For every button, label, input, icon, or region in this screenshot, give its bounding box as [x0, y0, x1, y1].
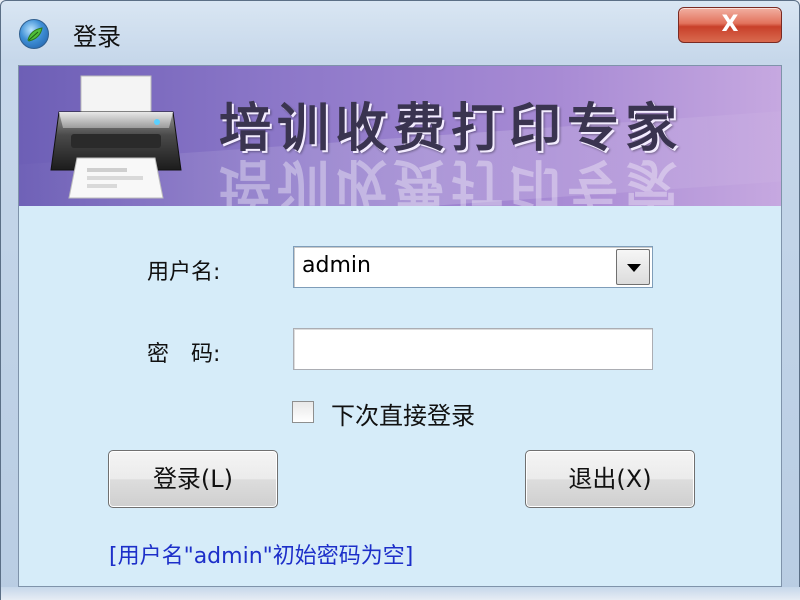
- password-input[interactable]: [293, 328, 653, 370]
- printer-icon: [41, 72, 191, 202]
- title-bar[interactable]: 登录 X: [1, 1, 800, 63]
- close-button[interactable]: X: [678, 7, 782, 43]
- chevron-down-icon[interactable]: [616, 249, 650, 285]
- remember-checkbox[interactable]: [292, 401, 314, 423]
- password-label: 密 码:: [147, 342, 221, 367]
- default-password-hint: [用户名"admin"初始密码为空]: [109, 544, 414, 569]
- banner-title-reflection: 培训收费打印专家: [219, 152, 684, 206]
- username-value: admin: [302, 253, 371, 278]
- remember-label[interactable]: 下次直接登录: [331, 396, 475, 431]
- close-icon: X: [721, 12, 739, 37]
- username-select[interactable]: admin: [293, 246, 653, 288]
- banner: 培训收费打印专家 培训收费打印专家: [19, 66, 781, 206]
- window-frame-bottom: [1, 587, 800, 600]
- exit-button[interactable]: 退出(X): [525, 450, 695, 508]
- login-window: 登录 X 培训收费打印专家 培训收费打印专家 用户名: admin 密 码: 下…: [0, 0, 800, 600]
- green-leaf-globe-icon: [19, 19, 49, 49]
- login-panel: 培训收费打印专家 培训收费打印专家 用户名: admin 密 码: 下次直接登录…: [18, 65, 782, 587]
- login-button[interactable]: 登录(L): [108, 450, 278, 508]
- username-label: 用户名:: [147, 260, 221, 285]
- window-title: 登录: [73, 23, 121, 51]
